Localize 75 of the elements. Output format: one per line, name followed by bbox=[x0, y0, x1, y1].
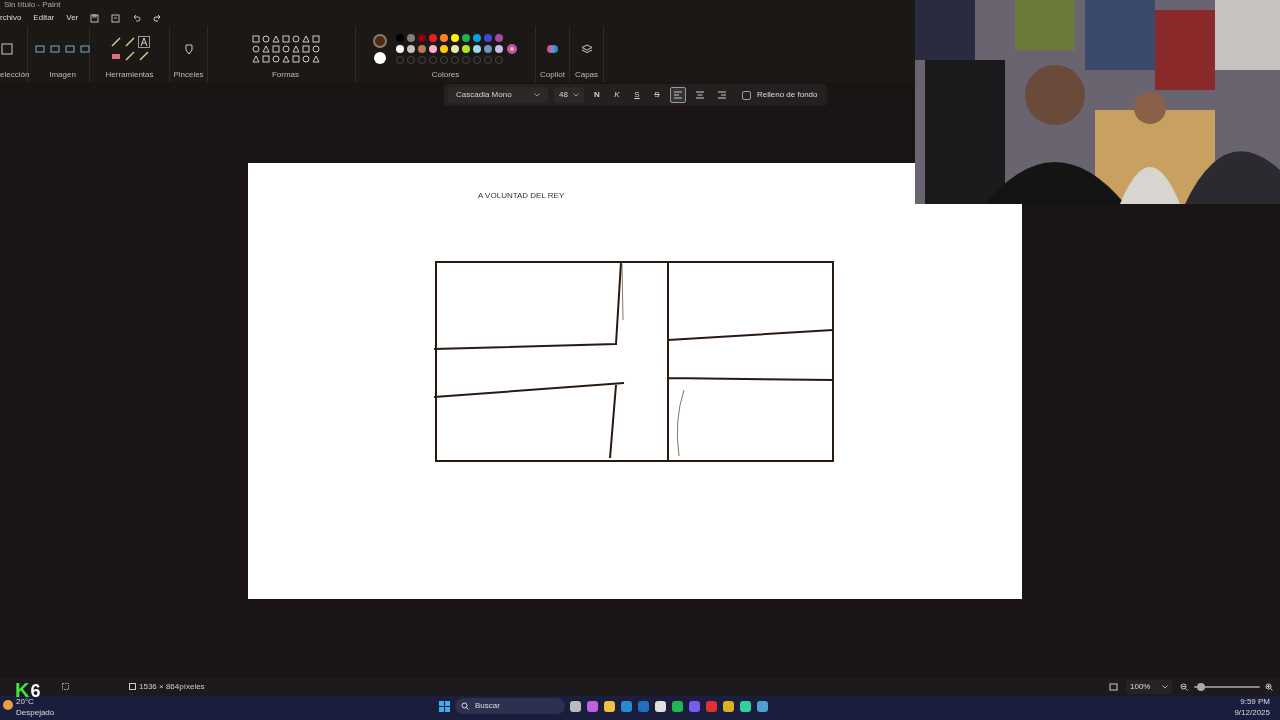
color-swatch[interactable] bbox=[429, 34, 437, 42]
secondary-color-swatch[interactable] bbox=[374, 52, 386, 64]
color-swatch[interactable] bbox=[418, 34, 426, 42]
text-tool-icon[interactable] bbox=[137, 36, 150, 48]
checkbox-label: Relleno de fondo bbox=[757, 89, 818, 101]
redo-icon[interactable] bbox=[153, 13, 163, 23]
color-swatch[interactable] bbox=[484, 45, 492, 53]
align-icon bbox=[672, 89, 684, 101]
text-style-button[interactable]: S bbox=[650, 88, 664, 102]
align-icon bbox=[716, 89, 728, 101]
layers-icon[interactable] bbox=[580, 43, 593, 55]
fit-screen-icon bbox=[1109, 683, 1118, 691]
canvas-text: A VOLUNTAD DEL REY bbox=[478, 190, 565, 202]
primary-color-swatch[interactable] bbox=[373, 34, 387, 48]
selection-tool-icon[interactable] bbox=[0, 42, 14, 56]
color-swatch[interactable] bbox=[407, 45, 415, 53]
font-size-dropdown[interactable]: 48 bbox=[554, 87, 584, 103]
menu-item[interactable]: Editar bbox=[33, 12, 55, 24]
group-label: Formas bbox=[271, 70, 300, 80]
search-icon bbox=[461, 702, 469, 710]
clock-date: 9/12/2025 bbox=[1234, 708, 1270, 718]
group-label: Capas bbox=[574, 70, 599, 80]
stream-logo-letter: K bbox=[15, 680, 30, 700]
zoom-dropdown[interactable]: 100% bbox=[1126, 680, 1172, 694]
color-swatch[interactable] bbox=[484, 34, 492, 42]
text-style-button[interactable]: S bbox=[630, 88, 644, 102]
chevron-icon bbox=[1162, 685, 1168, 689]
color-swatch[interactable] bbox=[396, 45, 404, 53]
color-swatch[interactable] bbox=[462, 45, 470, 53]
color-wheel-icon[interactable] bbox=[506, 43, 518, 55]
group-label: Copilot bbox=[540, 70, 565, 80]
selection-icon bbox=[62, 683, 69, 690]
align-left-button[interactable] bbox=[670, 87, 686, 103]
chevron-icon bbox=[573, 93, 579, 97]
align-icon bbox=[694, 89, 706, 101]
stream-logo-digit: 6 bbox=[30, 682, 41, 700]
weather-condition: Despejado bbox=[16, 708, 55, 718]
zoom-in-icon[interactable] bbox=[1265, 683, 1273, 691]
canvas-size-icon bbox=[129, 683, 136, 690]
color-swatch[interactable] bbox=[473, 34, 481, 42]
undo-icon[interactable] bbox=[132, 13, 142, 23]
color-swatch[interactable] bbox=[451, 34, 459, 42]
color-swatch[interactable] bbox=[407, 34, 415, 42]
color-swatch[interactable] bbox=[495, 34, 503, 42]
weather-icon bbox=[2, 699, 14, 711]
color-swatch[interactable] bbox=[429, 45, 437, 53]
color-swatch[interactable] bbox=[440, 34, 448, 42]
color-swatch[interactable] bbox=[440, 45, 448, 53]
menu-item[interactable]: Ver bbox=[66, 12, 79, 24]
group-label: Herramientas bbox=[105, 70, 154, 80]
group-label: Colores bbox=[431, 70, 460, 80]
windows-icon[interactable] bbox=[438, 699, 451, 713]
color-swatch[interactable] bbox=[396, 34, 404, 42]
menu-item[interactable]: rchivo bbox=[0, 12, 22, 24]
color-swatch[interactable] bbox=[495, 45, 503, 53]
font-dropdown[interactable]: Cascadia Mono bbox=[448, 87, 548, 103]
text-style-button[interactable]: N bbox=[590, 88, 604, 102]
group-label: elección bbox=[0, 70, 30, 80]
clock-time: 9:59 PM bbox=[1240, 697, 1270, 707]
chevron-icon bbox=[534, 93, 540, 97]
text-style-button[interactable]: K bbox=[610, 88, 624, 102]
background-fill-checkbox[interactable] bbox=[742, 90, 751, 100]
color-swatch[interactable] bbox=[462, 34, 470, 42]
zoom-out-icon[interactable] bbox=[1180, 683, 1188, 691]
save-icon[interactable] bbox=[90, 13, 100, 23]
group-label: Pinceles bbox=[173, 70, 204, 80]
canvas-size: 1536 × 864píxeles bbox=[139, 681, 205, 693]
color-swatch[interactable] bbox=[451, 45, 459, 53]
taskbar-search-field[interactable]: Buscar bbox=[455, 698, 565, 714]
file-icon[interactable] bbox=[111, 13, 121, 23]
color-swatch[interactable] bbox=[473, 45, 481, 53]
weather-temperature: 20°C bbox=[16, 697, 34, 707]
window-title: Sin título - Paint bbox=[4, 0, 61, 9]
group-label: Imagen bbox=[49, 70, 76, 80]
color-swatch[interactable] bbox=[418, 45, 426, 53]
